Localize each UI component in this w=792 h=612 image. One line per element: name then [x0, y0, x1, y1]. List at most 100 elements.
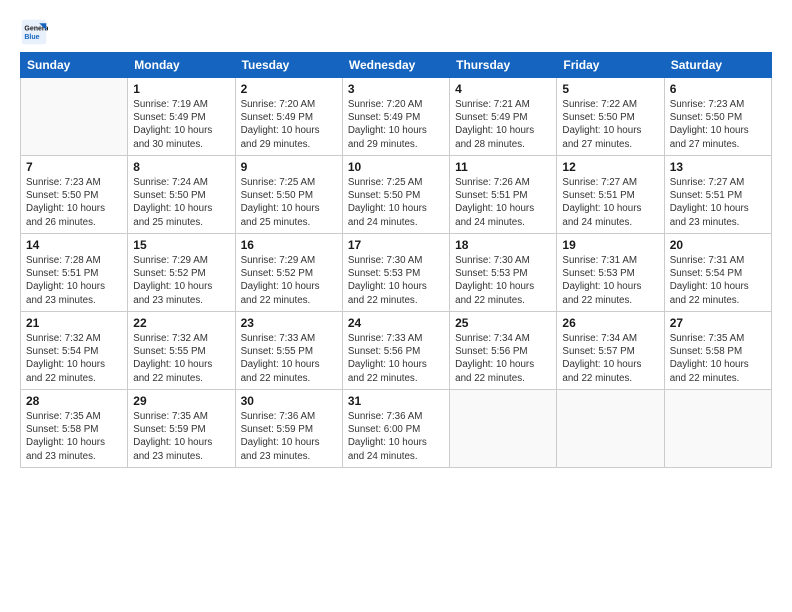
- calendar-cell: [450, 390, 557, 468]
- day-number: 6: [670, 82, 766, 96]
- day-info: Sunrise: 7:23 AM Sunset: 5:50 PM Dayligh…: [26, 176, 122, 229]
- day-number: 24: [348, 316, 444, 330]
- weekday-header-tuesday: Tuesday: [235, 53, 342, 78]
- calendar-cell: 16 Sunrise: 7:29 AM Sunset: 5:52 PM Dayli…: [235, 234, 342, 312]
- calendar-table: SundayMondayTuesdayWednesdayThursdayFrid…: [20, 52, 772, 468]
- day-info: Sunrise: 7:21 AM Sunset: 5:49 PM Dayligh…: [455, 98, 551, 151]
- calendar-cell: 28 Sunrise: 7:35 AM Sunset: 5:58 PM Dayli…: [21, 390, 128, 468]
- calendar-cell: 30 Sunrise: 7:36 AM Sunset: 5:59 PM Dayli…: [235, 390, 342, 468]
- day-number: 25: [455, 316, 551, 330]
- day-info: Sunrise: 7:35 AM Sunset: 5:58 PM Dayligh…: [670, 332, 766, 385]
- calendar-cell: 3 Sunrise: 7:20 AM Sunset: 5:49 PM Daylig…: [342, 78, 449, 156]
- calendar-cell: 18 Sunrise: 7:30 AM Sunset: 5:53 PM Dayli…: [450, 234, 557, 312]
- calendar-cell: 27 Sunrise: 7:35 AM Sunset: 5:58 PM Dayli…: [664, 312, 771, 390]
- day-info: Sunrise: 7:33 AM Sunset: 5:56 PM Dayligh…: [348, 332, 444, 385]
- day-number: 18: [455, 238, 551, 252]
- calendar-cell: 13Sunrise: 7:27 AM Sunset: 5:51 PM Dayli…: [664, 156, 771, 234]
- day-number: 14: [26, 238, 122, 252]
- day-info: Sunrise: 7:27 AM Sunset: 5:51 PM Dayligh…: [562, 176, 658, 229]
- day-info: Sunrise: 7:23 AM Sunset: 5:50 PM Dayligh…: [670, 98, 766, 151]
- day-number: 7: [26, 160, 122, 174]
- calendar-cell: 25 Sunrise: 7:34 AM Sunset: 5:56 PM Dayli…: [450, 312, 557, 390]
- day-info: Sunrise: 7:29 AM Sunset: 5:52 PM Dayligh…: [241, 254, 337, 307]
- calendar-cell: 6 Sunrise: 7:23 AM Sunset: 5:50 PM Daylig…: [664, 78, 771, 156]
- calendar-week-row: 7 Sunrise: 7:23 AM Sunset: 5:50 PM Daylig…: [21, 156, 772, 234]
- day-info: Sunrise: 7:26 AM Sunset: 5:51 PM Dayligh…: [455, 176, 551, 229]
- calendar-cell: 22 Sunrise: 7:32 AM Sunset: 5:55 PM Dayli…: [128, 312, 235, 390]
- calendar-cell: [664, 390, 771, 468]
- day-number: 23: [241, 316, 337, 330]
- day-number: 30: [241, 394, 337, 408]
- calendar-cell: 19 Sunrise: 7:31 AM Sunset: 5:53 PM Dayli…: [557, 234, 664, 312]
- day-info: Sunrise: 7:28 AM Sunset: 5:51 PM Dayligh…: [26, 254, 122, 307]
- calendar-week-row: 1 Sunrise: 7:19 AM Sunset: 5:49 PM Daylig…: [21, 78, 772, 156]
- day-number: 4: [455, 82, 551, 96]
- calendar-cell: 14 Sunrise: 7:28 AM Sunset: 5:51 PM Dayli…: [21, 234, 128, 312]
- day-info: Sunrise: 7:22 AM Sunset: 5:50 PM Dayligh…: [562, 98, 658, 151]
- calendar-cell: 24 Sunrise: 7:33 AM Sunset: 5:56 PM Dayli…: [342, 312, 449, 390]
- day-info: Sunrise: 7:35 AM Sunset: 5:59 PM Dayligh…: [133, 410, 229, 463]
- day-number: 2: [241, 82, 337, 96]
- day-info: Sunrise: 7:30 AM Sunset: 5:53 PM Dayligh…: [348, 254, 444, 307]
- calendar-cell: 15Sunrise: 7:29 AM Sunset: 5:52 PM Dayli…: [128, 234, 235, 312]
- calendar-cell: 9 Sunrise: 7:25 AM Sunset: 5:50 PM Daylig…: [235, 156, 342, 234]
- weekday-header-thursday: Thursday: [450, 53, 557, 78]
- calendar-cell: 17Sunrise: 7:30 AM Sunset: 5:53 PM Dayli…: [342, 234, 449, 312]
- calendar-cell: 5 Sunrise: 7:22 AM Sunset: 5:50 PM Daylig…: [557, 78, 664, 156]
- weekday-header-row: SundayMondayTuesdayWednesdayThursdayFrid…: [21, 53, 772, 78]
- day-number: 13: [670, 160, 766, 174]
- day-number: 12: [562, 160, 658, 174]
- day-number: 26: [562, 316, 658, 330]
- calendar-cell: 11 Sunrise: 7:26 AM Sunset: 5:51 PM Dayli…: [450, 156, 557, 234]
- svg-text:Blue: Blue: [24, 34, 39, 41]
- calendar-cell: 4 Sunrise: 7:21 AM Sunset: 5:49 PM Daylig…: [450, 78, 557, 156]
- calendar-cell: 21Sunrise: 7:32 AM Sunset: 5:54 PM Dayli…: [21, 312, 128, 390]
- calendar-cell: 7 Sunrise: 7:23 AM Sunset: 5:50 PM Daylig…: [21, 156, 128, 234]
- day-info: Sunrise: 7:20 AM Sunset: 5:49 PM Dayligh…: [241, 98, 337, 151]
- day-number: 1: [133, 82, 229, 96]
- calendar-cell: 1 Sunrise: 7:19 AM Sunset: 5:49 PM Daylig…: [128, 78, 235, 156]
- day-number: 21: [26, 316, 122, 330]
- day-info: Sunrise: 7:35 AM Sunset: 5:58 PM Dayligh…: [26, 410, 122, 463]
- calendar-cell: 2 Sunrise: 7:20 AM Sunset: 5:49 PM Daylig…: [235, 78, 342, 156]
- day-number: 16: [241, 238, 337, 252]
- day-number: 15: [133, 238, 229, 252]
- day-info: Sunrise: 7:20 AM Sunset: 5:49 PM Dayligh…: [348, 98, 444, 151]
- calendar-cell: 20Sunrise: 7:31 AM Sunset: 5:54 PM Dayli…: [664, 234, 771, 312]
- calendar-week-row: 28 Sunrise: 7:35 AM Sunset: 5:58 PM Dayli…: [21, 390, 772, 468]
- day-info: Sunrise: 7:19 AM Sunset: 5:49 PM Dayligh…: [133, 98, 229, 151]
- header: General Blue: [20, 18, 772, 46]
- calendar-week-row: 14 Sunrise: 7:28 AM Sunset: 5:51 PM Dayli…: [21, 234, 772, 312]
- day-number: 9: [241, 160, 337, 174]
- day-number: 3: [348, 82, 444, 96]
- day-number: 19: [562, 238, 658, 252]
- day-info: Sunrise: 7:24 AM Sunset: 5:50 PM Dayligh…: [133, 176, 229, 229]
- day-number: 8: [133, 160, 229, 174]
- day-number: 11: [455, 160, 551, 174]
- day-number: 31: [348, 394, 444, 408]
- weekday-header-sunday: Sunday: [21, 53, 128, 78]
- day-number: 10: [348, 160, 444, 174]
- day-number: 27: [670, 316, 766, 330]
- day-info: Sunrise: 7:31 AM Sunset: 5:53 PM Dayligh…: [562, 254, 658, 307]
- day-info: Sunrise: 7:25 AM Sunset: 5:50 PM Dayligh…: [241, 176, 337, 229]
- day-info: Sunrise: 7:32 AM Sunset: 5:55 PM Dayligh…: [133, 332, 229, 385]
- day-info: Sunrise: 7:30 AM Sunset: 5:53 PM Dayligh…: [455, 254, 551, 307]
- logo: General Blue: [20, 18, 52, 46]
- day-info: Sunrise: 7:34 AM Sunset: 5:56 PM Dayligh…: [455, 332, 551, 385]
- calendar-cell: 29Sunrise: 7:35 AM Sunset: 5:59 PM Dayli…: [128, 390, 235, 468]
- day-number: 28: [26, 394, 122, 408]
- day-info: Sunrise: 7:36 AM Sunset: 6:00 PM Dayligh…: [348, 410, 444, 463]
- logo-icon: General Blue: [20, 18, 48, 46]
- day-info: Sunrise: 7:33 AM Sunset: 5:55 PM Dayligh…: [241, 332, 337, 385]
- calendar-cell: 10Sunrise: 7:25 AM Sunset: 5:50 PM Dayli…: [342, 156, 449, 234]
- calendar-week-row: 21Sunrise: 7:32 AM Sunset: 5:54 PM Dayli…: [21, 312, 772, 390]
- day-number: 5: [562, 82, 658, 96]
- calendar-cell: 31 Sunrise: 7:36 AM Sunset: 6:00 PM Dayli…: [342, 390, 449, 468]
- day-info: Sunrise: 7:36 AM Sunset: 5:59 PM Dayligh…: [241, 410, 337, 463]
- day-number: 20: [670, 238, 766, 252]
- day-number: 22: [133, 316, 229, 330]
- calendar-cell: [557, 390, 664, 468]
- calendar-cell: 26Sunrise: 7:34 AM Sunset: 5:57 PM Dayli…: [557, 312, 664, 390]
- weekday-header-saturday: Saturday: [664, 53, 771, 78]
